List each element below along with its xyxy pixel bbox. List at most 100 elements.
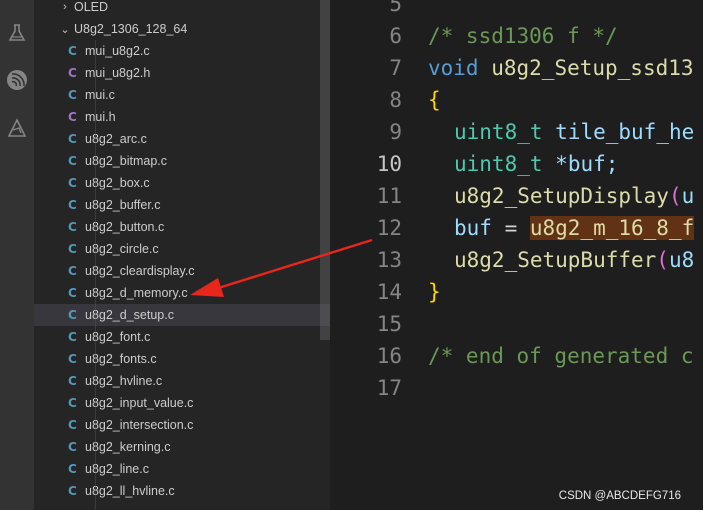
code-rest: u	[681, 184, 695, 208]
c-file-icon: C	[68, 286, 77, 300]
wifi-icon[interactable]	[0, 63, 34, 97]
file-explorer: › OLED ⌄ U8g2_1306_128_64 Cmui_u8g2.c Cmu…	[34, 0, 330, 510]
file-label: u8g2_ll_hvline.c	[85, 484, 175, 498]
code-text: {	[428, 88, 441, 112]
code-text: u8g2_SetupBuffer(u8	[428, 248, 694, 272]
line-number: 16	[376, 344, 402, 368]
file-item[interactable]: Cu8g2_cleardisplay.c	[34, 260, 330, 282]
code-function: u8g2_SetupDisplay	[454, 184, 669, 208]
code-text: /* end of generated c	[428, 344, 694, 368]
c-file-icon: C	[68, 176, 77, 190]
file-label: u8g2_buffer.c	[85, 198, 161, 212]
code-line: 14}	[330, 276, 703, 308]
code-text: void u8g2_Setup_ssd13	[428, 56, 694, 80]
explorer-scrollbar[interactable]	[320, 0, 330, 340]
code-text: uint8_t tile_buf_he	[428, 120, 694, 144]
file-item[interactable]: Cmui.c	[34, 84, 330, 106]
folder-oled[interactable]: › OLED	[34, 0, 330, 18]
file-item[interactable]: Cu8g2_bitmap.c	[34, 150, 330, 172]
code-line: 17	[330, 372, 703, 404]
code-line: 7 void u8g2_Setup_ssd13	[330, 52, 703, 84]
code-text: u8g2_SetupDisplay(u	[428, 184, 694, 208]
file-item[interactable]: Cu8g2_buffer.c	[34, 194, 330, 216]
line-number: 5	[389, 0, 402, 16]
line-number: 12	[376, 216, 402, 240]
file-item[interactable]: Cmui.h	[34, 106, 330, 128]
line-number: 10	[376, 152, 402, 176]
line-number: 11	[376, 184, 402, 208]
file-item[interactable]: Cmui_u8g2.h	[34, 62, 330, 84]
c-file-icon: C	[68, 154, 77, 168]
c-file-icon: C	[68, 220, 77, 234]
file-item[interactable]: Cu8g2_d_memory.c	[34, 282, 330, 304]
c-file-icon: C	[68, 198, 77, 212]
code-comment: /* end of generated c	[428, 344, 694, 368]
file-label: mui.c	[85, 88, 115, 102]
file-item[interactable]: Cmui_u8g2.c	[34, 40, 330, 62]
code-operator: =	[491, 216, 530, 240]
chevron-right-icon: ›	[63, 1, 67, 13]
c-file-icon: C	[68, 88, 77, 102]
c-file-icon: C	[68, 440, 77, 454]
file-item[interactable]: Cu8g2_input_value.c	[34, 392, 330, 414]
code-brace: {	[428, 88, 441, 112]
flask-icon[interactable]	[0, 16, 34, 50]
file-item[interactable]: Cu8g2_box.c	[34, 172, 330, 194]
code-rest: tile_buf_he	[555, 120, 695, 144]
file-item[interactable]: Cu8g2_arc.c	[34, 128, 330, 150]
code-editor[interactable]: 5 6 /* ssd1306 f */ 7 void u8g2_Setup_ssd13 8…	[330, 0, 703, 510]
file-item[interactable]: Cu8g2_circle.c	[34, 238, 330, 260]
code-variable: buf	[454, 216, 492, 240]
file-label: u8g2_bitmap.c	[85, 154, 168, 168]
code-rest: *buf;	[555, 152, 619, 176]
code-brace: }	[428, 280, 441, 304]
folder-u8g2[interactable]: ⌄ U8g2_1306_128_64	[34, 18, 330, 40]
triangle-tool-icon[interactable]	[0, 111, 34, 145]
code-line: 5	[330, 0, 703, 20]
code-function: u8g2_Setup_ssd13	[491, 56, 694, 80]
file-item[interactable]: Cu8g2_font.c	[34, 326, 330, 348]
watermark: CSDN @ABCDEFG716	[558, 490, 681, 502]
code-text: /* ssd1306 f */	[428, 24, 618, 48]
code-type: uint8_t	[454, 152, 543, 176]
line-number: 15	[376, 312, 402, 336]
file-item[interactable]: Cu8g2_button.c	[34, 216, 330, 238]
code-text: uint8_t *buf;	[428, 152, 618, 176]
line-number: 8	[389, 88, 402, 112]
code-paren: (	[656, 248, 669, 272]
file-label: u8g2_d_memory.c	[85, 286, 188, 300]
file-item[interactable]: Cu8g2_line.c	[34, 458, 330, 480]
c-file-icon: C	[68, 418, 77, 432]
code-type: uint8_t	[454, 120, 543, 144]
file-label: u8g2_hvline.c	[85, 374, 163, 388]
file-item[interactable]: Cu8g2_intersection.c	[34, 414, 330, 436]
c-file-icon: C	[68, 396, 77, 410]
code-comment: /* ssd1306 f */	[428, 24, 618, 48]
file-item[interactable]: Cu8g2_d_setup.c	[34, 304, 330, 326]
file-label: u8g2_circle.c	[85, 242, 159, 256]
file-item[interactable]: Cu8g2_kerning.c	[34, 436, 330, 458]
c-header-file-icon: C	[68, 66, 77, 80]
code-keyword: void	[428, 56, 479, 80]
c-file-icon: C	[68, 308, 77, 322]
file-label: u8g2_d_setup.c	[85, 308, 174, 322]
line-number: 17	[376, 376, 402, 400]
code-rest: u8	[668, 248, 695, 272]
c-file-icon: C	[68, 242, 77, 256]
file-item[interactable]: Cu8g2_fonts.c	[34, 348, 330, 370]
c-file-icon: C	[68, 330, 77, 344]
file-label: u8g2_intersection.c	[85, 418, 194, 432]
file-label: u8g2_cleardisplay.c	[85, 264, 195, 278]
code-line: 6 /* ssd1306 f */	[330, 20, 703, 52]
code-line: 16 /* end of generated c	[330, 340, 703, 372]
file-item[interactable]: Cu8g2_ll_hvline.c	[34, 480, 330, 502]
c-file-icon: C	[68, 132, 77, 146]
folder-label: OLED	[74, 0, 109, 14]
file-item[interactable]: Cu8g2_hvline.c	[34, 370, 330, 392]
c-header-file-icon: C	[68, 110, 77, 124]
code-text: buf = u8g2_m_16_8_f	[428, 216, 695, 240]
line-number: 9	[389, 120, 402, 144]
line-number: 14	[376, 280, 402, 304]
code-line: 10 uint8_t *buf;	[330, 148, 703, 180]
line-number: 7	[389, 56, 402, 80]
